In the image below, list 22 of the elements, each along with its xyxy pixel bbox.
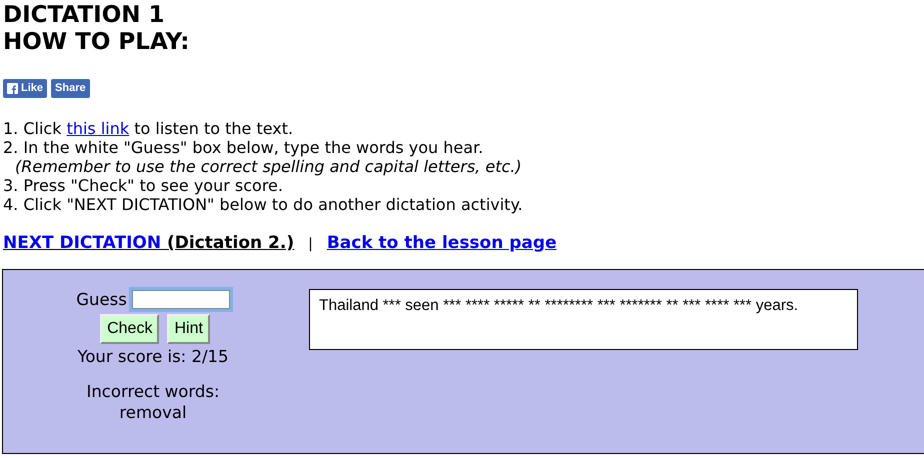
back-to-lesson-link[interactable]: Back to the lesson page (326, 231, 557, 256)
page-subtitle: HOW TO PLAY: (3, 29, 190, 56)
instruction-note: (Remember to use the correct spelling and capital letters, etc.) (14, 157, 522, 176)
listen-link[interactable]: this link (66, 119, 130, 138)
guess-label: Guess (76, 288, 127, 310)
instruction-line: 1. Click this link to listen to the text. (3, 119, 294, 138)
passage-text: Thailand *** seen *** **** ***** ** ******** *** ******* ** *** **** *** years. (319, 296, 800, 316)
score-text: Your score is: 2/15 (77, 346, 229, 366)
next-dictation-link[interactable]: NEXT DICTATION (Dictation 2.) (3, 231, 294, 256)
guess-field[interactable] (132, 290, 230, 308)
page-title: DICTATION 1 (3, 2, 165, 29)
facebook-icon (7, 83, 18, 94)
incorrect-words-label: Incorrect words: (86, 380, 220, 402)
share-button[interactable]: Share (51, 79, 90, 98)
instruction-line: 4. Click "NEXT DICTATION" below to do another dictation activity. (3, 195, 523, 214)
separator-text: | (308, 235, 313, 254)
like-button[interactable]: Like (3, 79, 48, 98)
hint-button[interactable]: Hint (167, 314, 210, 344)
check-button[interactable]: Check (100, 314, 160, 344)
instruction-line: 2. In the white "Guess" box below, type the words you hear. (3, 138, 484, 157)
incorrect-word: removal (119, 402, 187, 422)
instruction-line: 3. Press "Check" to see your score. (3, 176, 283, 195)
